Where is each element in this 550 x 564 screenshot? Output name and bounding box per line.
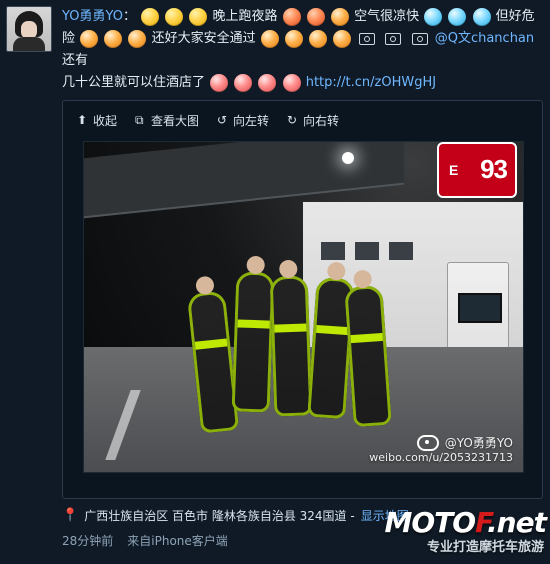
brand-logo: MOTOF.net: [384, 506, 547, 539]
image-toolbar: ⬆ 收起 ⧉ 查看大图 ↺ 向左转 ↻ 向右转: [77, 110, 339, 130]
rotate-right-label: 向右转: [303, 113, 340, 128]
ceiling-light: [342, 152, 354, 164]
fuel-sign-prefix: E: [449, 162, 459, 178]
brand-overlay: MOTOF.net 专业打造摩托车旅游: [376, 506, 547, 560]
user-avatar[interactable]: [6, 6, 52, 52]
emoji-icon: [309, 29, 328, 48]
emoji-icon: [448, 7, 467, 26]
arrow-up-icon: ⬆: [77, 113, 88, 127]
location-pin-icon: 📍: [62, 507, 79, 523]
view-large-label: 查看大图: [151, 113, 200, 128]
post-segment: 空气很凉快: [354, 9, 420, 24]
post-colon: ：: [122, 9, 136, 24]
emoji-icon: [282, 73, 301, 92]
collapse-button[interactable]: ⬆ 收起: [77, 112, 117, 129]
post-segment: 几十公里就可以住酒店了: [62, 75, 206, 90]
camera-icon: [359, 32, 376, 45]
brand-logo-mid: F: [475, 506, 488, 539]
mention-link[interactable]: @Q文chanchan: [435, 31, 534, 46]
reflective-stripe: [237, 319, 270, 329]
fuel-sign: E 93: [437, 142, 517, 198]
post-text: YO勇勇YO： 晚上跑夜路 空气很凉快 但好危 险 还好大家安全通过 @Q文ch…: [62, 6, 544, 94]
fuel-sign-number: 93: [480, 154, 508, 184]
post-segment: 但好危: [495, 9, 535, 24]
emoji-icon: [80, 29, 99, 48]
rider-head: [326, 261, 346, 281]
avatar-body: [13, 37, 45, 51]
weibo-icon: [416, 434, 439, 451]
camera-icon: [385, 32, 402, 45]
emoji-icon: [104, 29, 123, 48]
rotate-left-label: 向左转: [233, 113, 270, 128]
emoji-icon: [330, 7, 349, 26]
brand-logo-main: MOTO: [384, 506, 477, 539]
rotate-left-icon: ↺: [217, 113, 228, 127]
reflective-stripe: [316, 324, 349, 336]
location-text: 广西壮族自治区 百色市 隆林各族自治县 324国道 -: [84, 508, 355, 523]
emoji-icon: [472, 7, 491, 26]
emoji-icon: [282, 7, 301, 26]
reflective-stripe: [274, 323, 307, 333]
emoji-icon: [333, 29, 352, 48]
post-segment: 还好大家安全通过: [151, 31, 256, 46]
emoji-icon: [128, 29, 147, 48]
rider: [344, 269, 392, 428]
emoji-icon: [260, 29, 279, 48]
external-link-icon: ⧉: [135, 113, 144, 127]
rider: [269, 259, 313, 417]
watermark-user-line: @YO勇勇YO: [369, 434, 513, 451]
rotate-right-button[interactable]: ↻ 向右转: [287, 112, 339, 129]
rider: [186, 275, 240, 434]
rider-head: [353, 269, 373, 289]
post-meta: 28分钟前 来自iPhone客户端: [62, 532, 228, 549]
rotate-left-button[interactable]: ↺ 向左转: [217, 112, 269, 129]
photo-watermark: @YO勇勇YO weibo.com/u/2053231713: [369, 434, 513, 464]
rotate-right-icon: ↻: [287, 113, 298, 127]
username-link[interactable]: YO勇勇YO: [62, 9, 123, 24]
emoji-icon: [284, 29, 303, 48]
watermark-user: @YO勇勇YO: [444, 436, 513, 450]
image-panel: ⬆ 收起 ⧉ 查看大图 ↺ 向左转 ↻ 向右转 E 93 @YO勇勇YO wei…: [62, 100, 543, 499]
emoji-icon: [141, 7, 160, 26]
view-large-button[interactable]: ⧉ 查看大图: [135, 112, 199, 129]
emoji-icon: [210, 73, 229, 92]
short-link[interactable]: http://t.cn/zOHWgHJ: [306, 75, 436, 90]
camera-icon: [411, 32, 428, 45]
rider-head: [279, 259, 298, 279]
reflective-stripe: [350, 332, 383, 344]
watermark-url: weibo.com/u/2053231713: [369, 451, 513, 464]
post-segment: 险: [62, 31, 76, 46]
post-source[interactable]: 来自iPhone客户端: [127, 532, 228, 549]
emoji-icon: [234, 73, 253, 92]
pump-screen: [458, 293, 502, 323]
rider-head: [246, 255, 265, 275]
emoji-icon: [306, 7, 325, 26]
riders-group: [186, 252, 414, 462]
rider-head: [195, 275, 215, 296]
emoji-icon: [258, 73, 277, 92]
reflective-stripe: [194, 338, 228, 350]
post-segment: 还有: [62, 53, 89, 68]
post-time[interactable]: 28分钟前: [62, 532, 113, 549]
emoji-icon: [189, 7, 208, 26]
collapse-label: 收起: [93, 113, 118, 128]
post-photo[interactable]: E 93 @YO勇勇YO weibo.com/u/2053231713: [83, 141, 524, 473]
brand-logo-tail: .net: [487, 506, 547, 539]
post-segment: 晚上跑夜路: [212, 9, 278, 24]
rider: [231, 255, 275, 413]
brand-tagline: 专业打造摩托车旅游: [426, 540, 544, 555]
emoji-icon: [424, 7, 443, 26]
emoji-icon: [165, 7, 184, 26]
